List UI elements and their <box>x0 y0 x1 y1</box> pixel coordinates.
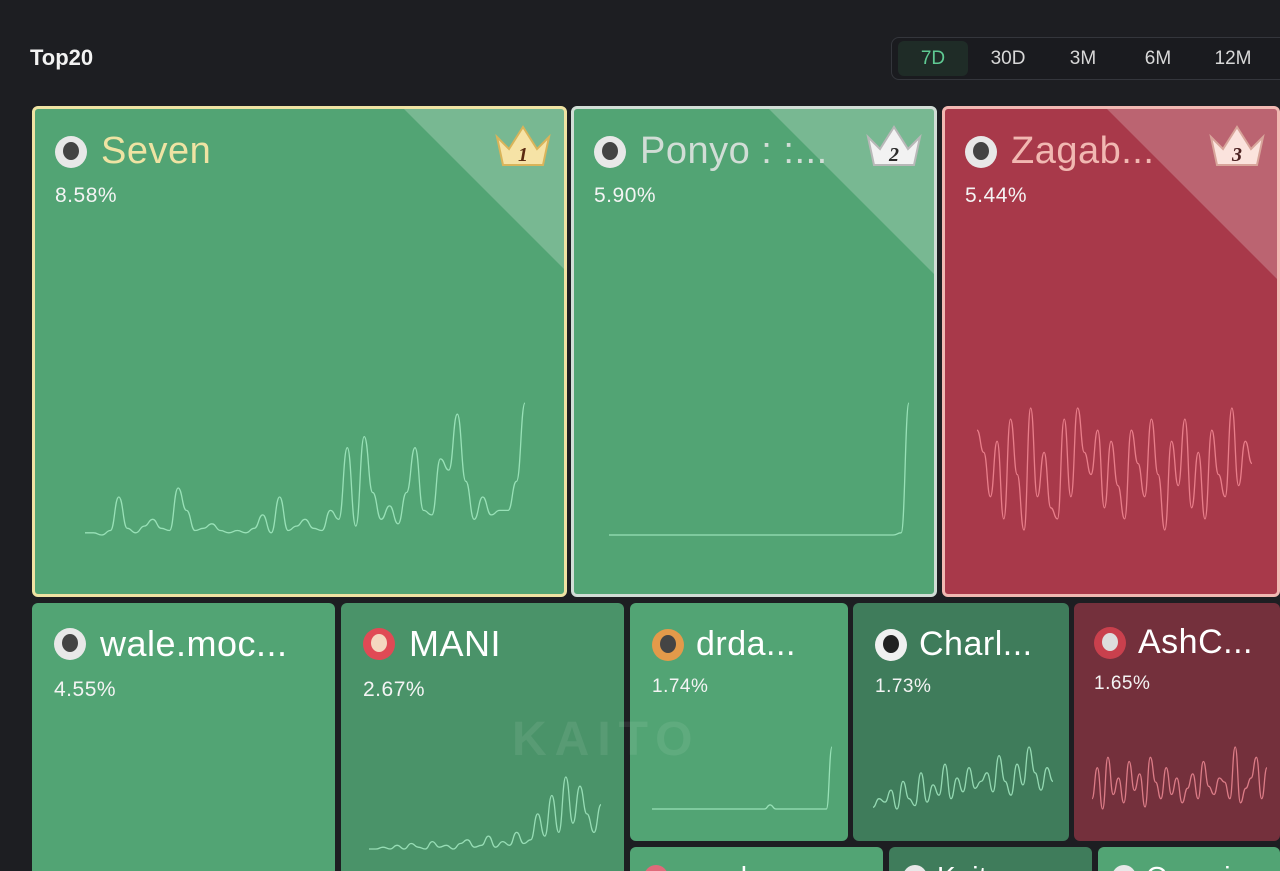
tile-name: MANI <box>409 623 501 664</box>
tile-name: Ponyo : :... <box>640 130 828 172</box>
kaito-watermark: KAITO <box>512 713 701 766</box>
tile-charl[interactable]: Charl... 1.73% <box>853 603 1069 841</box>
avatar <box>1112 865 1136 871</box>
avatar <box>363 628 395 660</box>
tile-seven[interactable]: 1 Seven 8.58% <box>32 106 567 597</box>
avatar <box>55 135 87 168</box>
svg-text:2: 2 <box>888 144 899 166</box>
avatar <box>594 135 626 168</box>
tile-ponyo[interactable]: 2 Ponyo : :... 5.90% <box>571 106 937 597</box>
avatar <box>903 865 927 871</box>
period-6m-button[interactable]: 6M <box>1123 41 1193 76</box>
tile-percentage: 1.74% <box>652 676 709 697</box>
sparkline-path <box>977 407 1252 531</box>
period-selector: 7D 30D 3M 6M 12M <box>891 37 1280 80</box>
tile-name: AshC... <box>1138 623 1253 661</box>
sparkline-path <box>85 402 525 536</box>
sparkline-path <box>1092 746 1267 810</box>
avatar <box>1094 626 1126 659</box>
tile-name: Seven <box>101 130 212 172</box>
svg-text:3: 3 <box>1231 144 1242 166</box>
period-12m-button[interactable]: 12M <box>1198 41 1268 76</box>
tile-ashc[interactable]: AshC... 1.65% <box>1074 603 1280 841</box>
crown-rank-1-icon: 1 <box>495 125 551 166</box>
tile-wale[interactable]: wale.moc... 4.55% <box>32 603 335 871</box>
tile-name: Charl... <box>919 625 1033 663</box>
period-3m-button[interactable]: 3M <box>1048 41 1118 76</box>
avatar <box>965 135 997 168</box>
tile-percentage: 8.58% <box>55 184 118 207</box>
crown-rank-3-icon: 3 <box>1209 125 1265 166</box>
period-30d-button[interactable]: 30D <box>973 41 1043 76</box>
tile-zagab[interactable]: 3 Zagab... 5.44% <box>942 106 1280 597</box>
avatar <box>644 865 668 871</box>
tile-percentage: 1.65% <box>1094 673 1151 694</box>
tile-name: drda... <box>696 625 796 663</box>
avatar <box>652 628 684 661</box>
sparkline-path <box>609 402 909 536</box>
sparkline <box>369 776 601 850</box>
tile-name: Kait... <box>937 861 1012 871</box>
tile-percentage: 2.67% <box>363 678 426 701</box>
sparkline-path <box>873 746 1053 810</box>
tile-peachy[interactable]: peachy... <box>630 847 883 871</box>
page-title: Top20 <box>30 45 94 70</box>
tile-name: wale.moc... <box>100 623 288 664</box>
avatar <box>54 628 86 660</box>
sparkline-path <box>369 776 601 850</box>
tile-kait[interactable]: Kait... <box>889 847 1092 871</box>
tile-percentage: 1.73% <box>875 676 932 697</box>
sparkline <box>85 402 525 536</box>
tile-percentage: 5.90% <box>594 184 657 207</box>
sparkline <box>609 402 909 536</box>
tile-percentage: 5.44% <box>965 184 1028 207</box>
crown-rank-2-icon: 2 <box>866 125 922 166</box>
tile-name: peachy... <box>678 861 794 871</box>
period-7d-button[interactable]: 7D <box>898 41 968 76</box>
tile-onomi[interactable]: Onomi... <box>1098 847 1280 871</box>
tile-percentage: 4.55% <box>54 678 117 701</box>
sparkline <box>1092 746 1267 810</box>
svg-text:1: 1 <box>518 144 528 166</box>
tile-name: Zagab... <box>1011 130 1155 172</box>
sparkline <box>977 407 1252 531</box>
tile-name: Onomi... <box>1146 861 1256 871</box>
avatar <box>875 628 907 661</box>
sparkline <box>873 746 1053 810</box>
